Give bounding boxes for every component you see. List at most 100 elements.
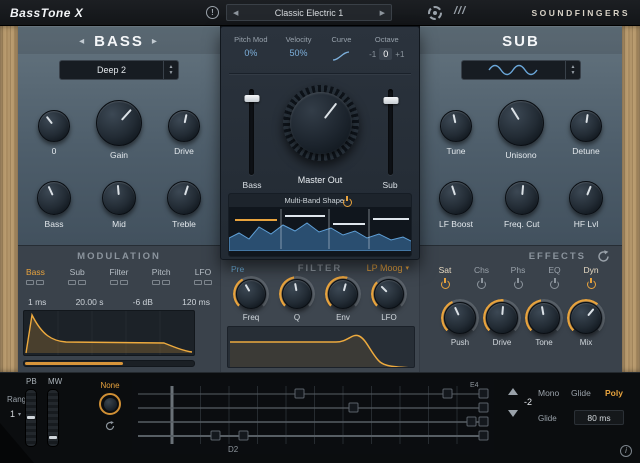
knob-filter-lfo[interactable]: LFO xyxy=(374,279,404,322)
mod-tab-bass[interactable]: Bass xyxy=(26,267,45,285)
step-down-icon[interactable]: ▼ xyxy=(571,71,576,76)
octave-down-icon[interactable] xyxy=(508,410,518,417)
envelope-zoom-slider[interactable] xyxy=(23,360,195,367)
mod-tab-filter[interactable]: Filter xyxy=(110,267,129,285)
knob-dial[interactable] xyxy=(96,100,142,146)
knob-bass-drive[interactable]: Drive xyxy=(168,110,200,156)
env-attack-value[interactable]: 1 ms xyxy=(28,297,46,307)
sub-wave-dropdown[interactable]: ▲ ▼ xyxy=(461,60,581,80)
env-release-value[interactable]: 120 ms xyxy=(182,297,210,307)
step-up-icon[interactable]: ▲ xyxy=(571,65,576,70)
lfo-mini-icon[interactable] xyxy=(36,280,44,285)
env-mini-icon[interactable] xyxy=(194,280,202,285)
knob-bass-eq-bass[interactable]: Bass xyxy=(37,181,71,229)
knob-dial[interactable] xyxy=(290,92,352,154)
power-button[interactable] xyxy=(514,280,523,289)
octave-down-button[interactable]: -1 xyxy=(369,50,376,59)
mod-tab-sub[interactable]: Sub xyxy=(68,267,86,285)
bass-model-stepper[interactable]: ▲ ▼ xyxy=(163,61,178,79)
mono-button[interactable]: Mono xyxy=(538,388,559,398)
knob-dial[interactable] xyxy=(439,181,473,215)
knob-dial[interactable] xyxy=(236,279,266,309)
env-mini-icon[interactable] xyxy=(68,280,76,285)
bass-prev-icon[interactable]: ◂ xyxy=(79,36,86,47)
refresh-icon[interactable] xyxy=(597,250,610,263)
preset-selector[interactable]: ◀ Classic Electric 1 ▶ xyxy=(226,4,392,21)
knob-sub-freqcut[interactable]: Freq. Cut xyxy=(504,181,539,229)
glide-time-value[interactable]: 80 ms xyxy=(574,410,624,425)
slider-thumb[interactable] xyxy=(244,95,259,102)
knob-filter-q[interactable]: Q xyxy=(282,279,312,322)
knob-dial[interactable] xyxy=(167,181,201,215)
knob-sub-lfboost[interactable]: LF Boost xyxy=(439,181,473,229)
sub-wave-stepper[interactable]: ▲ ▼ xyxy=(565,61,580,79)
preset-prev-icon[interactable]: ◀ xyxy=(233,9,238,17)
bass-next-icon[interactable]: ▸ xyxy=(152,36,159,47)
loop-icon[interactable] xyxy=(105,418,115,436)
knob-bass-eq-mid[interactable]: Mid xyxy=(102,181,136,229)
wheel-thumb[interactable] xyxy=(49,436,57,439)
knob-sub-hflvl[interactable]: HF Lvl xyxy=(569,181,603,229)
step-up-icon[interactable]: ▲ xyxy=(169,65,174,70)
knob-dial[interactable] xyxy=(38,110,70,142)
knob-bass-eq-treble[interactable]: Treble xyxy=(167,181,201,229)
knob-dial[interactable] xyxy=(37,181,71,215)
env-decay-value[interactable]: 20.00 s xyxy=(76,297,104,307)
knob-dial[interactable] xyxy=(168,110,200,142)
info-icon[interactable]: i xyxy=(620,445,632,457)
tab-label[interactable]: Filter xyxy=(110,267,129,277)
bend-knob[interactable] xyxy=(99,393,121,415)
poly-button[interactable]: Poly xyxy=(605,388,623,398)
filter-type-dropdown[interactable]: LP Moog ▾ xyxy=(367,263,409,273)
knob-dial[interactable] xyxy=(374,279,404,309)
power-button[interactable] xyxy=(477,280,486,289)
octave-up-icon[interactable] xyxy=(508,388,518,395)
knob-bass-gain[interactable]: Gain xyxy=(96,100,142,160)
knob-dial[interactable] xyxy=(282,279,312,309)
fretboard-display[interactable]: D2 E4 xyxy=(132,378,494,454)
master-out-knob[interactable] xyxy=(283,85,359,161)
lfo-mini-icon[interactable] xyxy=(204,280,212,285)
env-mini-icon[interactable] xyxy=(152,280,160,285)
knob-dial[interactable] xyxy=(440,110,472,142)
alert-icon[interactable]: ! xyxy=(206,6,219,19)
param-pitch-mod[interactable]: Pitch Mod 0% xyxy=(227,33,275,71)
sub-level-slider[interactable] xyxy=(388,89,393,175)
env-mini-icon[interactable] xyxy=(26,280,34,285)
tab-label[interactable]: Pitch xyxy=(152,267,171,277)
tab-label[interactable]: LFO xyxy=(195,267,212,277)
slider-thumb[interactable] xyxy=(383,97,398,104)
env-mini-icon[interactable] xyxy=(110,280,118,285)
wheel-thumb[interactable] xyxy=(27,416,35,419)
power-button[interactable] xyxy=(587,280,596,289)
bend-mode-value[interactable]: None xyxy=(100,381,119,390)
mod-tab-pitch[interactable]: Pitch xyxy=(152,267,171,285)
knob-fx-drive[interactable]: Drive xyxy=(486,302,518,347)
step-down-icon[interactable]: ▼ xyxy=(169,71,174,76)
knob-fx-mix[interactable]: Mix xyxy=(570,302,602,347)
curve-icon[interactable] xyxy=(332,48,350,66)
env-sustain-value[interactable]: -6 dB xyxy=(133,297,153,307)
lfo-mini-icon[interactable] xyxy=(78,280,86,285)
range-selector[interactable]: 1 ▾ xyxy=(10,409,21,419)
lfo-mini-icon[interactable] xyxy=(162,280,170,285)
knob-dial[interactable] xyxy=(444,302,476,334)
power-button[interactable] xyxy=(550,280,559,289)
knob-sub-detune[interactable]: Detune xyxy=(570,110,602,156)
gear-icon[interactable] xyxy=(428,6,442,20)
bass-level-slider[interactable] xyxy=(249,89,254,175)
knob-dial[interactable] xyxy=(328,279,358,309)
mod-wheel[interactable] xyxy=(47,389,59,447)
glide-button[interactable]: Glide xyxy=(571,388,591,398)
param-value[interactable]: 50% xyxy=(290,48,308,58)
envelope-display[interactable] xyxy=(23,310,195,356)
shaper-power-button[interactable] xyxy=(343,198,352,207)
knob-dial[interactable] xyxy=(104,398,117,411)
knob-sub-unisono[interactable]: Unisono xyxy=(498,100,544,160)
knob-filter-env[interactable]: Env xyxy=(328,279,358,322)
tab-label[interactable]: Sub xyxy=(70,267,85,277)
filter-response-display[interactable] xyxy=(227,326,415,368)
knob-dial[interactable] xyxy=(570,110,602,142)
param-curve[interactable]: Curve xyxy=(322,33,360,71)
lfo-mini-icon[interactable] xyxy=(120,280,128,285)
